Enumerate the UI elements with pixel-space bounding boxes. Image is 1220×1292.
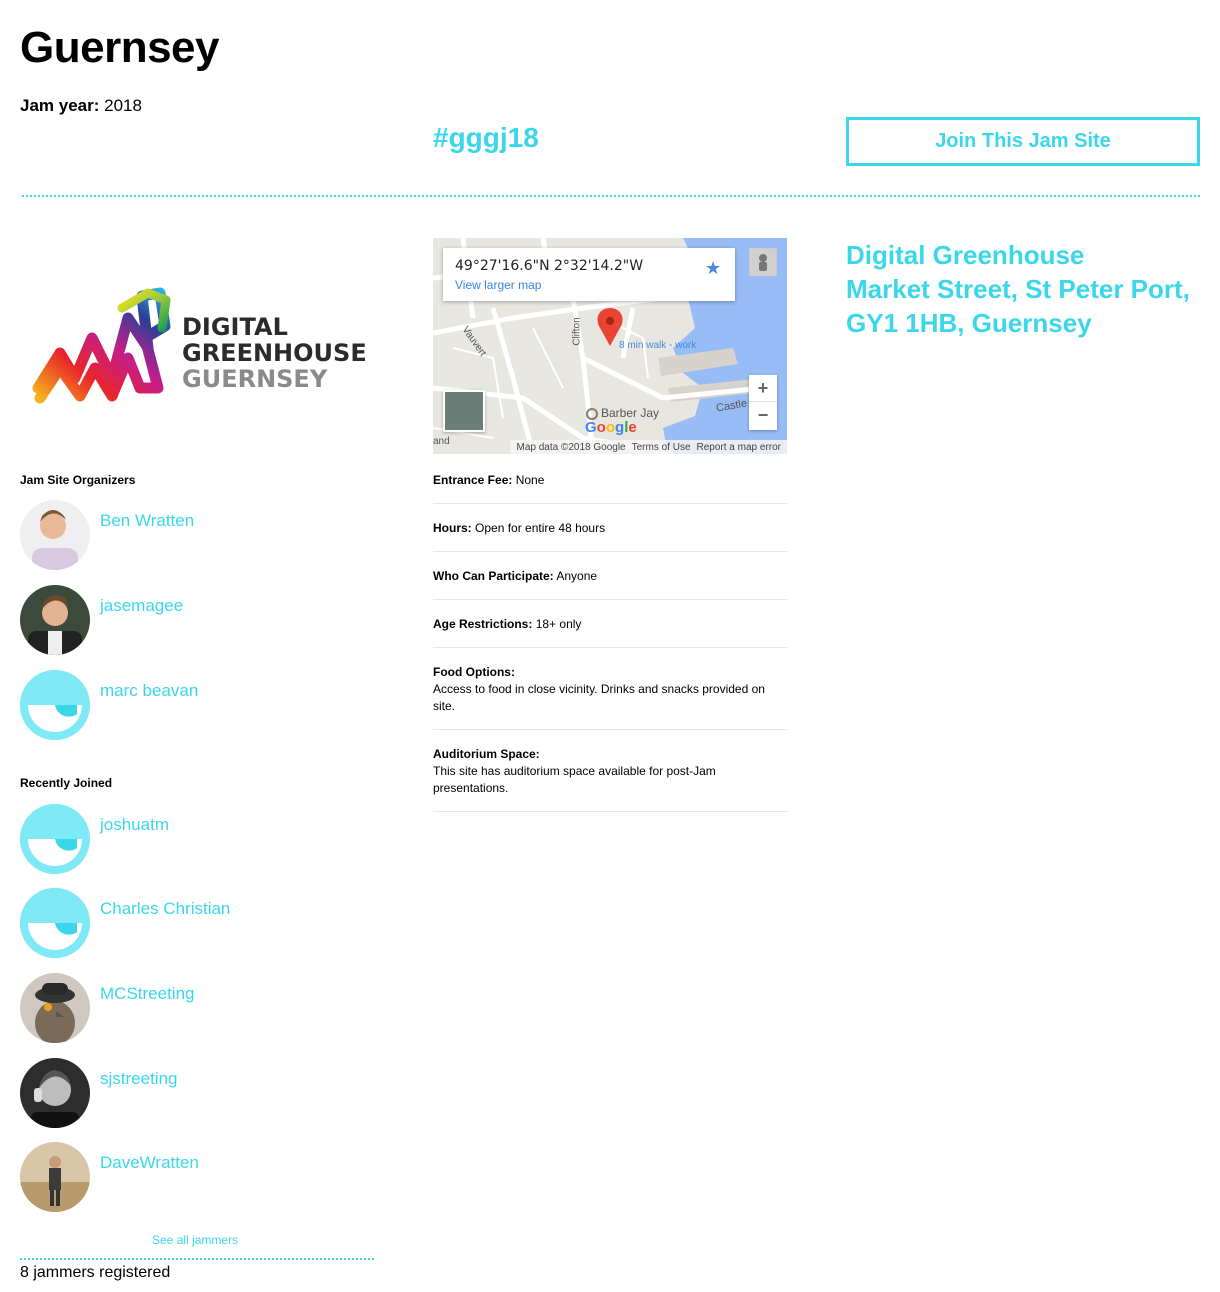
default-avatar-icon xyxy=(20,670,90,740)
info-row: Who Can Participate: Anyone xyxy=(433,566,787,600)
satellite-toggle-button[interactable] xyxy=(443,390,485,432)
info-row: Hours: Open for entire 48 hours xyxy=(433,518,787,552)
info-label: Age Restrictions: xyxy=(433,617,533,631)
map-coordinates: 49°27'16.6"N 2°32'14.2"W xyxy=(455,258,644,274)
map-zoom-control: + − xyxy=(749,375,777,430)
map-street-label: Clifton xyxy=(571,317,583,346)
person-photo-icon xyxy=(20,585,90,655)
logo-line-2: GREENHOUSE xyxy=(182,339,367,367)
organizer-name[interactable]: Ben Wratten xyxy=(100,510,194,532)
jammer-item[interactable]: MCStreeting xyxy=(20,973,194,1043)
logo-line-3: GUERNSEY xyxy=(182,365,328,393)
page-title: Guernsey xyxy=(20,23,219,72)
street-view-icon[interactable] xyxy=(749,248,777,276)
divider xyxy=(20,1258,374,1260)
jammer-item[interactable]: joshuatm xyxy=(20,804,169,874)
jam-year: Jam year: 2018 xyxy=(20,96,142,116)
avatar[interactable] xyxy=(20,973,90,1043)
map-poi-label: Barber Jay xyxy=(601,406,660,420)
jammer-name[interactable]: Charles Christian xyxy=(100,898,230,920)
default-avatar-icon xyxy=(20,804,90,874)
info-row: Auditorium Space: This site has auditoriu… xyxy=(433,744,787,812)
default-avatar-icon xyxy=(20,888,90,958)
google-logo: Google xyxy=(585,419,637,436)
info-row: Entrance Fee: None xyxy=(433,470,787,504)
divider xyxy=(22,195,1200,197)
organizers-heading: Jam Site Organizers xyxy=(20,473,136,487)
avatar[interactable] xyxy=(20,585,90,655)
info-value: None xyxy=(515,473,545,487)
address-line-3: GY1 1HB, Guernsey xyxy=(846,308,1092,338)
avatar[interactable] xyxy=(20,1058,90,1128)
zoom-out-button[interactable]: − xyxy=(749,402,777,429)
map-data-attribution: Map data ©2018 Google xyxy=(516,441,626,453)
location-map[interactable]: Clifton Vauvert 8 min walk - work Barber… xyxy=(433,238,787,454)
save-star-icon[interactable]: ★ xyxy=(705,258,721,279)
organizer-item[interactable]: marc beavan xyxy=(20,670,198,740)
person-photo-icon xyxy=(20,500,90,570)
jammer-item[interactable]: Charles Christian xyxy=(20,888,230,958)
organizer-name[interactable]: jasemagee xyxy=(100,595,183,617)
info-value: 18+ only xyxy=(535,617,582,631)
report-map-error-link[interactable]: Report a map error xyxy=(697,442,781,453)
info-value: Open for entire 48 hours xyxy=(475,521,606,535)
map-footer: Map data ©2018 Google Terms of Use Repor… xyxy=(510,440,787,454)
info-label: Food Options: xyxy=(433,665,515,679)
info-label: Hours: xyxy=(433,521,472,535)
recently-joined-heading: Recently Joined xyxy=(20,776,113,790)
avatar[interactable] xyxy=(20,500,90,570)
bird-photo-icon xyxy=(20,973,90,1043)
map-walk-label: 8 min walk - work xyxy=(619,340,697,351)
zoom-in-button[interactable]: + xyxy=(749,375,777,402)
jammer-item[interactable]: DaveWratten xyxy=(20,1142,199,1212)
jammer-name[interactable]: DaveWratten xyxy=(100,1152,199,1174)
organizer-item[interactable]: jasemagee xyxy=(20,585,183,655)
map-street-label: and xyxy=(433,436,450,447)
site-logo: DIGITAL GREENHOUSE GUERNSEY xyxy=(20,238,380,418)
see-all-jammers-link[interactable]: See all jammers xyxy=(152,1233,238,1247)
terms-of-use-link[interactable]: Terms of Use xyxy=(632,442,691,453)
info-row: Age Restrictions: 18+ only xyxy=(433,614,787,648)
jammer-name[interactable]: joshuatm xyxy=(100,814,169,836)
info-value: Access to food in close vicinity. Drinks… xyxy=(433,682,765,713)
jammer-item[interactable]: sjstreeting xyxy=(20,1058,177,1128)
person-photo-icon xyxy=(20,1142,90,1212)
logo-line-1: DIGITAL xyxy=(182,313,288,341)
avatar[interactable] xyxy=(20,670,90,740)
jammer-name[interactable]: sjstreeting xyxy=(100,1068,177,1090)
info-label: Who Can Participate: xyxy=(433,569,554,583)
jam-year-label: Jam year: xyxy=(20,96,100,115)
logo-text: DIGITAL GREENHOUSE GUERNSEY xyxy=(182,314,367,392)
organizer-item[interactable]: Ben Wratten xyxy=(20,500,194,570)
map-info-card: 49°27'16.6"N 2°32'14.2"W View larger map… xyxy=(443,248,735,301)
hashtag-link[interactable]: #gggj18 xyxy=(433,122,539,154)
site-details: Entrance Fee: None Hours: Open for entir… xyxy=(433,470,787,826)
info-label: Auditorium Space: xyxy=(433,747,540,761)
person-photo-icon xyxy=(20,1058,90,1128)
address-line-1: Digital Greenhouse xyxy=(846,240,1085,270)
avatar[interactable] xyxy=(20,888,90,958)
info-value: Anyone xyxy=(556,569,598,583)
info-value: This site has auditorium space available… xyxy=(433,764,716,795)
avatar[interactable] xyxy=(20,1142,90,1212)
info-row: Food Options: Access to food in close vic… xyxy=(433,662,787,730)
jammer-count: 8 jammers registered xyxy=(20,1264,171,1281)
organizer-name[interactable]: marc beavan xyxy=(100,680,198,702)
join-jam-site-button[interactable]: Join This Jam Site xyxy=(846,117,1200,166)
view-larger-map-link[interactable]: View larger map xyxy=(455,278,541,292)
info-label: Entrance Fee: xyxy=(433,473,513,487)
venue-address: Digital Greenhouse Market Street, St Pet… xyxy=(846,238,1190,340)
jammer-name[interactable]: MCStreeting xyxy=(100,983,194,1005)
avatar[interactable] xyxy=(20,804,90,874)
jam-year-value: 2018 xyxy=(104,96,142,115)
address-line-2: Market Street, St Peter Port, xyxy=(846,274,1190,304)
